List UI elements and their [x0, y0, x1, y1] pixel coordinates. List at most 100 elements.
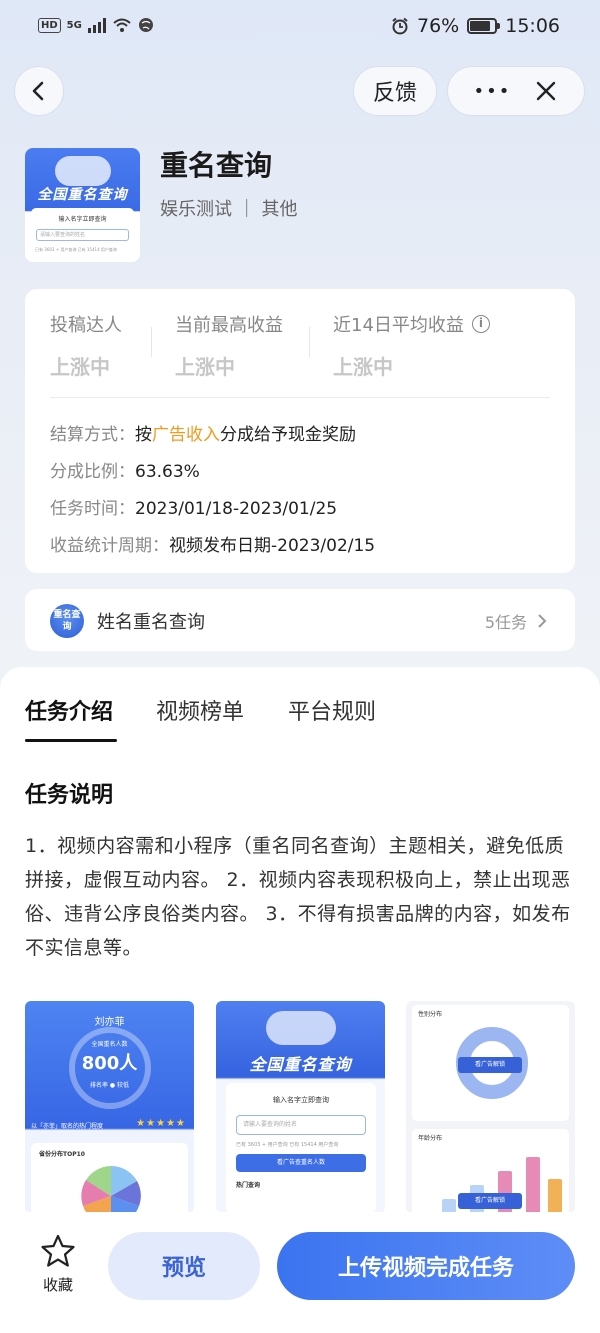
feedback-button[interactable]: 反馈	[353, 66, 437, 116]
series-count-label: 5任务	[484, 613, 527, 632]
tab-task-intro[interactable]: 任务介绍	[25, 694, 113, 726]
chevron-left-icon	[32, 81, 44, 101]
cycle-row: 收益统计周期：视频发布日期-2023/02/15	[50, 531, 375, 556]
time-value: 2023/01/18-2023/01/25	[135, 499, 338, 519]
close-icon[interactable]	[534, 79, 558, 103]
chevron-right-icon	[538, 614, 547, 628]
tab-video-ranking[interactable]: 视频榜单	[156, 694, 244, 726]
task-description: 1．视频内容需和小程序（重名同名查询）主题相关，避免低质拼接，虚假互动内容。 2…	[25, 835, 571, 959]
stat-value: 上涨中	[175, 355, 235, 379]
s1-panel-title: 省份分布TOP10	[39, 1151, 85, 1158]
s3-bar	[548, 1179, 562, 1213]
s1-heat: 以「亦菲」取名的热门程度	[31, 1123, 104, 1130]
ratio-row: 分成比例：63.63%	[50, 457, 200, 482]
s3-gender-title: 性别分布	[418, 1011, 443, 1018]
s3-bar	[526, 1157, 540, 1213]
upload-video-button[interactable]: 上传视频完成任务	[277, 1232, 575, 1300]
stat-value: 上涨中	[333, 355, 393, 379]
more-button[interactable]: •••	[474, 81, 512, 102]
cycle-value: 视频发布日期-2023/02/15	[169, 536, 376, 556]
clock: 15:06	[505, 15, 560, 37]
status-bar: HD 5G 76% 15:06	[0, 0, 600, 58]
s3-unlock-button: 看广告解锁	[458, 1057, 522, 1073]
divider	[151, 327, 152, 357]
tab-active-indicator	[25, 739, 117, 742]
stat-contributor: 投稿达人 上涨中	[50, 311, 122, 380]
preview-image-2[interactable]: 全国重名查询 输入名字立即查询 请输入要查询的姓名 已有 3603 + 用户查询…	[216, 1001, 385, 1213]
s2-button: 看广告查重名人数	[236, 1154, 366, 1172]
alarm-icon	[392, 17, 408, 35]
stat-value: 上涨中	[50, 355, 110, 379]
s2-title: 全国重名查询	[249, 1055, 352, 1074]
stat-max-income: 当前最高收益 上涨中	[175, 311, 283, 380]
favorite-label: 收藏	[42, 1276, 73, 1294]
series-logo: 重名查询	[50, 604, 84, 638]
s2-hot: 热门查询	[236, 1182, 261, 1189]
wifi-icon	[113, 18, 131, 32]
s2-card: 输入名字立即查询 请输入要查询的姓名 已有 3603 + 用户查询 已有 154…	[226, 1083, 376, 1213]
thumb-search-label: 输入名字立即查询	[58, 216, 107, 223]
thumb-input: 请输入要查询的姓名	[36, 229, 129, 241]
thumb-title: 全国重名查询	[37, 187, 128, 203]
favorite-button[interactable]: 收藏	[38, 1234, 78, 1295]
preview-button[interactable]: 预览	[108, 1232, 260, 1300]
capsule-menu: •••	[447, 66, 585, 116]
ratio-value: 63.63%	[135, 462, 200, 482]
back-button[interactable]	[14, 66, 64, 116]
s2-input: 请输入要查询的姓名	[236, 1115, 366, 1135]
stat-label: 近14日平均收益	[333, 315, 464, 336]
time-key: 任务时间：	[50, 499, 135, 519]
stat-avg-income: 近14日平均收益 i 上涨中	[333, 311, 490, 380]
thumb-note: 已有 3603 + 用户查询 已有 15414 用户查询	[35, 247, 117, 252]
ratio-key: 分成比例：	[50, 462, 135, 482]
network-type: 5G	[66, 19, 82, 31]
thumb-cloud	[55, 156, 111, 186]
hd-icon: HD	[38, 17, 61, 33]
app-thumbnail: 全国重名查询 输入名字立即查询 请输入要查询的姓名 已有 3603 + 用户查询…	[25, 148, 140, 262]
s3-gender-box: 性别分布 看广告解锁	[412, 1005, 569, 1121]
s1-rank: 排名率 ● 较低	[89, 1082, 130, 1089]
s3-unlock-button: 看广告解锁	[458, 1193, 522, 1209]
section-title: 任务说明	[25, 783, 114, 808]
globe-icon	[138, 18, 153, 32]
s1-label: 全国重名人数	[91, 1041, 128, 1048]
series-card[interactable]: 重名查询 姓名重名查询 5任务	[25, 589, 575, 651]
series-count: 5任务	[485, 609, 547, 633]
s1-name: 刘亦菲	[94, 1017, 125, 1028]
preview-image-1[interactable]: 刘亦菲 全国重名人数 800人 排名率 ● 较低 以「亦菲」取名的热门程度 ★★…	[25, 1001, 194, 1213]
cycle-key: 收益统计周期：	[50, 536, 169, 556]
settlement-post: 分成给予现金奖励	[220, 425, 356, 445]
stat-label: 投稿达人	[50, 315, 122, 336]
s3-age-box: 年龄分布 看广告解锁	[412, 1129, 569, 1213]
task-info-card: 投稿达人 上涨中 当前最高收益 上涨中 近14日平均收益 i 上涨中 结算方式：…	[25, 289, 575, 573]
stat-label: 当前最高收益	[175, 315, 283, 336]
preview-image-3[interactable]: 性别分布 看广告解锁 年龄分布 看广告解锁	[406, 1001, 575, 1213]
divider	[309, 327, 310, 357]
s1-stars: ★★★★★	[136, 1118, 186, 1129]
signal-icon	[87, 17, 106, 33]
status-right: 76% 15:06	[391, 15, 560, 37]
settlement-pre: 按	[135, 425, 152, 445]
bottom-action-bar: 收藏 预览 上传视频完成任务	[0, 1212, 600, 1333]
divider	[50, 397, 550, 398]
battery-percent: 76%	[417, 15, 460, 37]
feedback-label: 反馈	[372, 81, 417, 106]
info-icon[interactable]: i	[471, 315, 490, 333]
settlement-highlight: 广告收入	[152, 425, 220, 445]
star-icon	[41, 1234, 75, 1267]
battery-icon	[467, 18, 501, 34]
s3-bar	[442, 1199, 456, 1213]
s3-age-title: 年龄分布	[418, 1135, 443, 1142]
s2-cloud	[266, 1011, 336, 1045]
s2-note: 已有 3603 + 用户查询 已有 15414 用户查询	[236, 1142, 339, 1148]
tab-platform-rules[interactable]: 平台规则	[288, 694, 376, 726]
app-title: 重名查询	[160, 149, 273, 182]
thumb-card: 输入名字立即查询 请输入要查询的姓名 已有 3603 + 用户查询 已有 154…	[31, 208, 134, 258]
app-category: 娱乐测试 ｜ 其他	[160, 199, 298, 220]
pie-chart-graphic	[81, 1166, 141, 1213]
series-name: 姓名重名查询	[97, 612, 205, 633]
settlement-key: 结算方式：	[50, 425, 135, 445]
s1-value: 800人	[81, 1053, 138, 1074]
s2-search-label: 输入名字立即查询	[273, 1096, 329, 1104]
status-left: HD 5G	[38, 17, 154, 33]
